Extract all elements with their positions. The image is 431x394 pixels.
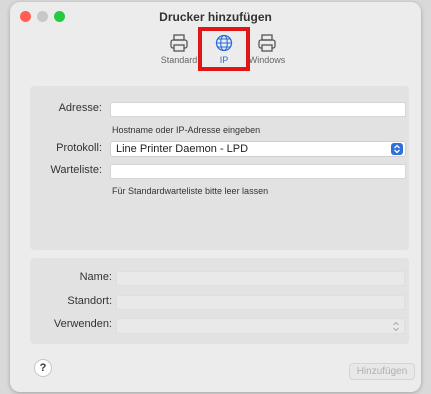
queue-hint: Für Standardwarteliste bitte leer lassen <box>112 186 269 196</box>
chevron-updown-icon <box>391 143 403 155</box>
use-select[interactable] <box>116 318 405 334</box>
selection-highlight <box>198 27 250 71</box>
queue-label: Warteliste: <box>50 164 102 176</box>
name-label: Name: <box>79 271 112 283</box>
add-button[interactable]: Hinzufügen <box>349 363 415 380</box>
chevron-updown-icon <box>392 321 400 332</box>
titlebar: Drucker hinzufügen Standard IP Windows <box>10 2 421 72</box>
use-label: Verwenden: <box>53 318 112 330</box>
printer-details-panel: Name: Standort: Verwenden: <box>30 258 409 344</box>
protocol-value: Line Printer Daemon - LPD <box>116 143 249 155</box>
add-printer-window: Drucker hinzufügen Standard IP Windows A… <box>10 2 421 392</box>
window-title: Drucker hinzufügen <box>159 10 272 24</box>
address-hint: Hostname oder IP-Adresse eingeben <box>112 125 261 135</box>
location-field[interactable] <box>116 295 405 310</box>
help-button[interactable]: ? <box>34 359 52 377</box>
protocol-select[interactable]: Line Printer Daemon - LPD <box>110 141 406 157</box>
address-field[interactable] <box>110 102 406 117</box>
protocol-label: Protokoll: <box>56 142 102 154</box>
name-field[interactable] <box>116 271 405 286</box>
printer-icon <box>168 32 190 54</box>
printer-icon <box>256 32 278 54</box>
location-label: Standort: <box>67 295 112 307</box>
address-label: Adresse: <box>58 102 102 114</box>
connection-panel: Adresse: Hostname oder IP-Adresse eingeb… <box>30 86 409 250</box>
queue-field[interactable] <box>110 164 406 179</box>
